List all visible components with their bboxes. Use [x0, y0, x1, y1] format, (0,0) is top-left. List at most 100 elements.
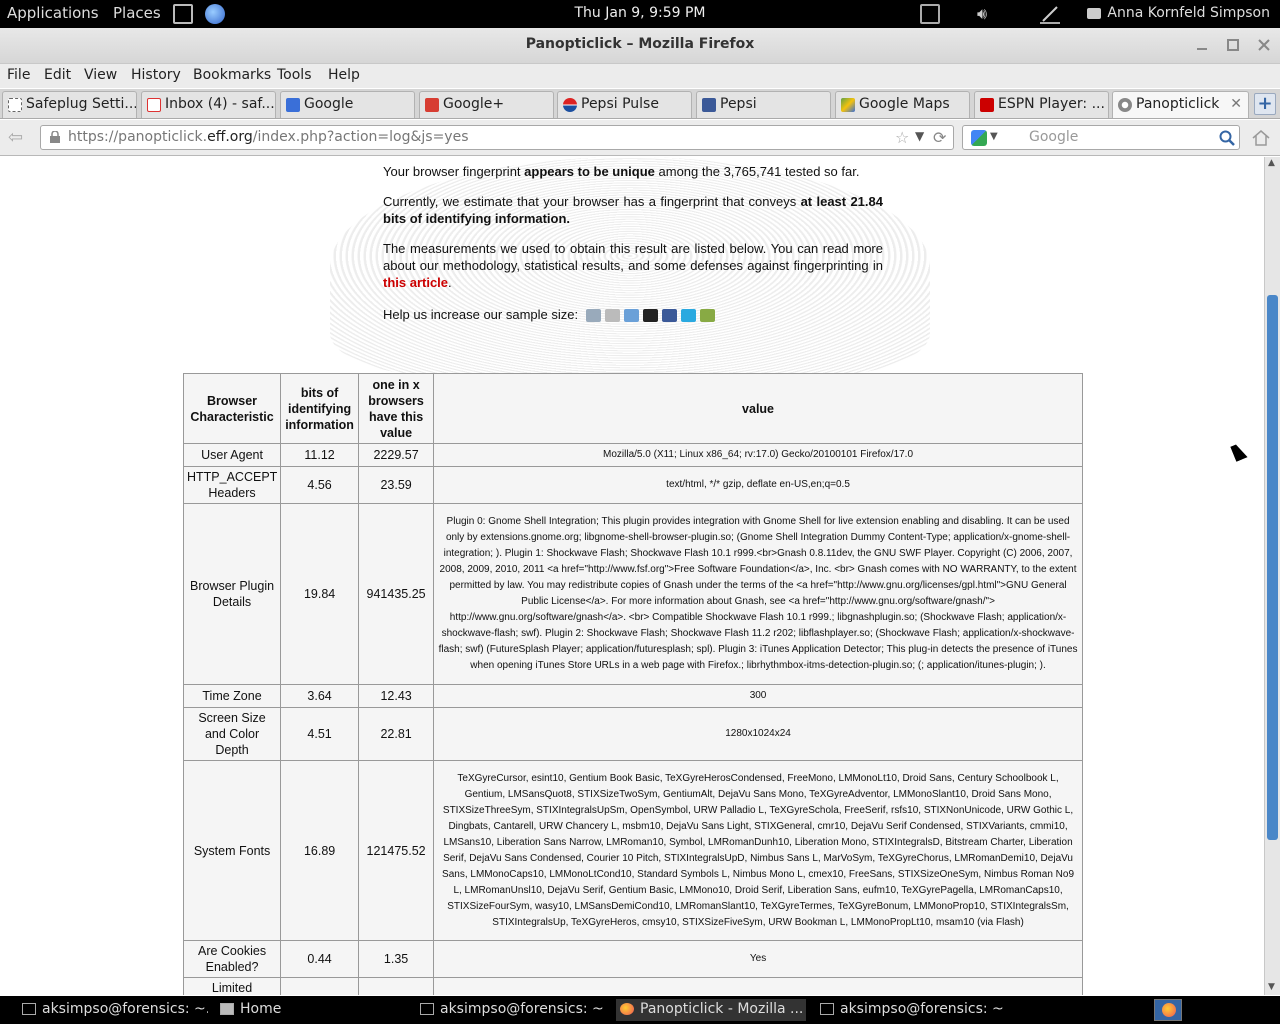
characteristic-cell: System Fonts	[182, 760, 282, 941]
menu-file[interactable]: File	[7, 67, 30, 83]
terminal-icon	[420, 1003, 434, 1015]
menu-bookmarks[interactable]: Bookmarks	[193, 67, 271, 83]
article-link[interactable]: this article	[383, 275, 448, 290]
bits-cell: 11.12	[280, 443, 360, 467]
search-engine-dropdown-icon[interactable]: ▼	[990, 131, 998, 142]
menu-help[interactable]: Help	[328, 67, 360, 83]
menu-tools[interactable]: Tools	[277, 67, 312, 83]
one-in-x-cell: 23.59	[358, 466, 435, 504]
twitter-icon[interactable]	[680, 309, 696, 323]
methodology-paragraph: The measurements we used to obtain this …	[383, 241, 883, 290]
scroll-down-arrow-icon[interactable]: ▼	[1268, 982, 1275, 992]
characteristic-cell: Limited supercookie test	[182, 977, 282, 995]
reddit-icon[interactable]	[623, 309, 639, 323]
estimate-paragraph: Currently, we estimate that your browser…	[383, 194, 883, 226]
vertical-scrollbar[interactable]: ▲ ▼	[1264, 157, 1280, 995]
navigation-toolbar: ⇦ https://panopticlick.eff.org/index.php…	[0, 120, 1280, 156]
pen-icon[interactable]	[1040, 4, 1060, 24]
task-label: aksimpso@forensics: ~	[440, 1001, 604, 1017]
gmail-favicon-icon	[147, 98, 161, 112]
task-firefox[interactable]: Panopticlick - Mozilla ...	[616, 999, 806, 1021]
task-terminal-2[interactable]: aksimpso@forensics: ~	[416, 999, 608, 1021]
bits-cell: 16.89	[280, 760, 360, 941]
tab-pepsi-pulse[interactable]: Pepsi Pulse	[557, 91, 692, 118]
pepsi-favicon-icon	[563, 98, 577, 112]
maximize-button[interactable]	[1222, 34, 1244, 56]
scroll-up-arrow-icon[interactable]: ▲	[1268, 158, 1275, 168]
tab-label: Panopticlick	[1136, 96, 1220, 112]
task-terminal-3[interactable]: aksimpso@forensics: ~	[816, 999, 1008, 1021]
one-in-x-cell: 1.35	[358, 940, 435, 978]
applications-menu[interactable]: Applications	[7, 4, 99, 22]
notification-icon[interactable]	[920, 4, 940, 24]
table-row: Limited supercookie test0.951.93DOM loca…	[182, 977, 1083, 995]
scrollbar-thumb[interactable]	[1267, 295, 1278, 840]
history-dropdown-icon[interactable]: ▼	[915, 129, 924, 143]
browser-launcher-icon[interactable]	[205, 4, 225, 24]
one-in-x-cell: 1.93	[358, 977, 435, 995]
home-icon[interactable]	[1251, 128, 1271, 148]
one-in-x-cell: 22.81	[358, 707, 435, 761]
user-menu[interactable]: Anna Kornfeld Simpson	[1087, 5, 1270, 21]
tab-label: Inbox (4) - saf...	[165, 96, 275, 112]
safeplug-favicon-icon	[8, 98, 22, 112]
characteristic-cell: Are Cookies Enabled?	[182, 940, 282, 978]
search-icon[interactable]	[1219, 130, 1235, 146]
volume-icon[interactable]: 🔊︎	[977, 4, 997, 24]
col-browser-characteristic: Browser Characteristic	[182, 373, 282, 444]
window-list-taskbar: aksimpso@forensics: ~... Home aksimpso@f…	[0, 996, 1280, 1024]
tab-label: ESPN Player: ...	[998, 96, 1105, 112]
back-arrow-icon[interactable]: ⇦	[8, 127, 23, 148]
uniqueness-paragraph: Your browser fingerprint appears to be u…	[383, 164, 860, 179]
one-in-x-cell: 2229.57	[358, 443, 435, 467]
bits-cell: 19.84	[280, 503, 360, 685]
search-input: Google	[1029, 129, 1079, 145]
task-terminal-1[interactable]: aksimpso@forensics: ~...	[18, 999, 208, 1021]
email-icon[interactable]	[585, 309, 601, 323]
tab-panopticlick[interactable]: Panopticlick ✕	[1112, 91, 1249, 118]
menu-view[interactable]: View	[84, 67, 117, 83]
characteristic-cell: User Agent	[182, 443, 282, 467]
value-cell: Plugin 0: Gnome Shell Integration; This …	[433, 503, 1083, 685]
search-box[interactable]: ▼ Google	[962, 125, 1240, 150]
characteristic-cell: HTTP_ACCEPT Headers	[182, 466, 282, 504]
facebook-icon[interactable]	[661, 309, 677, 323]
value-cell: 300	[433, 684, 1083, 708]
maps-favicon-icon	[841, 98, 855, 112]
task-home[interactable]: Home	[216, 999, 406, 1021]
url-bar[interactable]: https://panopticlick.eff.org/index.php?a…	[40, 125, 954, 150]
tab-safeplug[interactable]: Safeplug Setti...	[2, 91, 137, 118]
tab-inbox[interactable]: Inbox (4) - saf...	[141, 91, 276, 118]
table-header-row: Browser Characteristic bits of identifyi…	[182, 373, 1083, 444]
tab-pepsi[interactable]: Pepsi	[696, 91, 831, 118]
user-name: Anna Kornfeld Simpson	[1107, 5, 1270, 21]
tab-google-maps[interactable]: Google Maps	[835, 91, 970, 118]
identica-icon[interactable]	[699, 309, 715, 323]
workspace-indicator[interactable]	[1154, 999, 1182, 1021]
tab-espn[interactable]: ESPN Player: ...	[974, 91, 1109, 118]
digg-icon[interactable]	[604, 309, 620, 323]
gnome-top-panel: Applications Places Thu Jan 9, 9:59 PM 🔊…	[0, 0, 1280, 28]
table-row: User Agent 11.12 2229.57 Mozilla/5.0 (X11; …	[182, 443, 1083, 467]
terminal-launcher-icon[interactable]	[173, 4, 193, 24]
close-window-button[interactable]	[1253, 34, 1275, 56]
value-cell: 1280x1024x24	[433, 707, 1083, 761]
places-menu[interactable]: Places	[113, 4, 161, 22]
reload-icon[interactable]: ⟳	[933, 128, 946, 147]
bits-cell: 3.64	[280, 684, 360, 708]
tab-google[interactable]: Google	[280, 91, 415, 118]
new-tab-button[interactable]: +	[1254, 93, 1276, 115]
chat-icon	[1087, 7, 1102, 19]
minimize-button[interactable]	[1191, 34, 1213, 56]
delicious-icon[interactable]	[642, 309, 658, 323]
search-engine-icon[interactable]	[971, 130, 987, 146]
menu-edit[interactable]: Edit	[44, 67, 71, 83]
table-row: Are Cookies Enabled? 0.44 1.35 Yes	[182, 940, 1083, 978]
bookmark-star-icon[interactable]: ☆	[895, 128, 909, 147]
menu-history[interactable]: History	[131, 67, 181, 83]
value-cell: DOM localStorage: Yes, DOM sessionStorag…	[433, 977, 1083, 995]
value-cell: Mozilla/5.0 (X11; Linux x86_64; rv:17.0)…	[433, 443, 1083, 467]
characteristic-cell: Browser Plugin Details	[182, 503, 282, 685]
close-tab-icon[interactable]: ✕	[1230, 96, 1242, 112]
tab-google-plus[interactable]: Google+	[419, 91, 554, 118]
